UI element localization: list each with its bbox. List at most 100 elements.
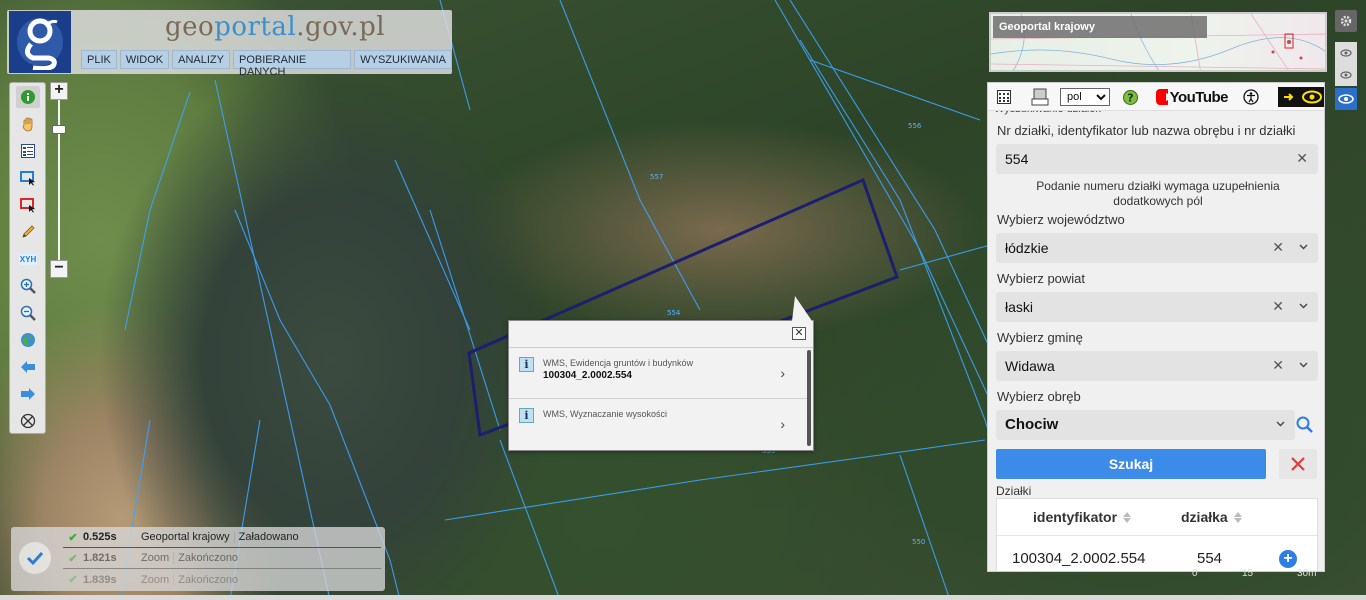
clear-voivodeship-icon[interactable]: ✕: [1272, 239, 1284, 256]
zoom-in-button[interactable]: +: [50, 82, 68, 100]
chevron-down-icon[interactable]: [1299, 360, 1308, 369]
back-arrow-icon: [21, 361, 35, 373]
zoom-out-button[interactable]: −: [50, 260, 68, 278]
precinct-search-button[interactable]: [1296, 416, 1314, 439]
popup-result-item[interactable]: i WMS, Ewidencja gruntów i budynków 1003…: [509, 349, 807, 399]
county-select[interactable]: łaski ✕: [996, 292, 1318, 322]
precinct-select[interactable]: Chociw: [996, 410, 1295, 440]
reset-button[interactable]: [1279, 449, 1317, 479]
county-value: łaski: [1005, 299, 1034, 315]
commune-select[interactable]: Widawa ✕: [996, 351, 1318, 381]
youtube-icon: [1156, 89, 1168, 105]
panel-toolbar: pol ? YouTube: [988, 83, 1324, 111]
popup-scrollbar[interactable]: [807, 350, 811, 446]
zoom-out-icon: [20, 305, 36, 321]
arrow-right-icon: [1284, 93, 1294, 101]
pan-tool-button[interactable]: [16, 113, 40, 135]
legend-tool-button[interactable]: [16, 140, 40, 162]
chevron-down-icon[interactable]: [1299, 301, 1308, 310]
help-icon: ?: [1122, 89, 1138, 105]
menu-widok[interactable]: WIDOK: [119, 50, 170, 69]
high-contrast-button[interactable]: [1300, 87, 1324, 107]
commune-label: Wybierz gminę: [997, 330, 1083, 345]
status-result: Zakończono: [173, 573, 242, 586]
zoom-track[interactable]: [58, 100, 60, 260]
status-check-button[interactable]: [19, 542, 51, 574]
gml-export-button[interactable]: [1030, 87, 1050, 107]
previous-view-button[interactable]: [16, 356, 40, 378]
accessibility-button[interactable]: [1242, 87, 1260, 107]
query-input-value: 554: [1005, 151, 1029, 167]
menu-analizy[interactable]: ANALIZY: [172, 50, 230, 69]
app-header: geoportal.gov.pl PLIK WIDOK ANALIZY POBI…: [7, 10, 452, 78]
zoom-in-tool-button[interactable]: [16, 275, 40, 297]
commune-value: Widawa: [1005, 358, 1055, 374]
full-extent-button[interactable]: [16, 329, 40, 351]
status-time: 1.839s: [83, 573, 117, 586]
gear-icon: [1340, 15, 1352, 27]
zoom-handle[interactable]: [52, 125, 66, 134]
column-header-dzialka[interactable]: działka: [1181, 509, 1242, 525]
popup-pointer: [792, 296, 812, 321]
status-source: Zoom: [141, 573, 170, 586]
settings-button[interactable]: [1335, 10, 1357, 32]
results-table: identyfikator działka 100304_2.0002.554 …: [996, 498, 1318, 571]
contrast-arrow-button[interactable]: [1278, 87, 1300, 107]
globe-icon: [21, 333, 35, 347]
info-tool-button[interactable]: [16, 86, 40, 108]
bottom-status-strip: [0, 595, 1366, 600]
layers-toggle-button[interactable]: [1335, 42, 1357, 64]
clear-county-icon[interactable]: ✕: [1272, 298, 1284, 315]
info-icon: i: [519, 357, 534, 372]
chevron-down-icon[interactable]: [1299, 242, 1308, 251]
select-area-button[interactable]: [16, 194, 40, 216]
clear-tool-button[interactable]: [16, 410, 40, 432]
add-parcel-button[interactable]: +: [1279, 550, 1297, 568]
chevron-down-icon[interactable]: [1276, 419, 1285, 428]
search-button[interactable]: Szukaj: [996, 449, 1266, 479]
zoom-in-icon: [20, 278, 36, 294]
overview-map[interactable]: Geoportal krajowy: [989, 12, 1327, 72]
xyh-tool-button[interactable]: XYH: [16, 248, 40, 270]
zoom-slider[interactable]: + −: [50, 82, 68, 278]
search-icon: [1296, 416, 1313, 433]
next-view-button[interactable]: [16, 383, 40, 405]
help-button[interactable]: ?: [1122, 87, 1138, 107]
column-header-identyfikator[interactable]: identyfikator: [1033, 509, 1132, 525]
popup-close-button[interactable]: ✕: [792, 327, 806, 340]
calculator-button[interactable]: [996, 87, 1012, 107]
info-icon: i: [519, 408, 534, 423]
plot-number-556: 556: [908, 122, 922, 130]
menu-wyszukiwania[interactable]: WYSZUKIWANIA: [354, 50, 452, 69]
menu-plik[interactable]: PLIK: [81, 50, 117, 69]
language-select[interactable]: pol: [1060, 88, 1110, 106]
draw-tool-button[interactable]: [16, 221, 40, 243]
select-rectangle-button[interactable]: [16, 167, 40, 189]
pan-hand-icon: [22, 117, 33, 132]
status-row: ✔ 1.821s Zoom Zakończono: [63, 548, 381, 569]
geoportal-logo[interactable]: [9, 11, 71, 73]
results-label: Działki: [996, 484, 1032, 498]
parcel-search-panel: Wyszukiwanie działek pol ? YouTube Nr dz…: [987, 82, 1325, 572]
select-rectangle-icon: [20, 171, 35, 186]
overview-label: Geoportal krajowy: [993, 16, 1207, 38]
cell-identyfikator: 100304_2.0002.554: [1012, 550, 1146, 567]
checkmark-icon: [26, 551, 44, 566]
map-toolbar: XYH: [9, 82, 46, 434]
calculator-icon: [997, 90, 1011, 104]
precinct-label: Wybierz obręb: [997, 389, 1081, 404]
youtube-link[interactable]: YouTube: [1156, 87, 1229, 107]
zoom-out-tool-button[interactable]: [16, 302, 40, 324]
check-icon: ✔: [68, 531, 78, 544]
clear-commune-icon[interactable]: ✕: [1272, 357, 1284, 374]
layers-toggle-button-2[interactable]: [1335, 64, 1357, 86]
status-result: Załadowano: [233, 531, 303, 543]
query-input[interactable]: 554 ✕: [996, 144, 1318, 174]
menu-pobieranie-danych[interactable]: POBIERANIE DANYCH: [233, 50, 352, 78]
voivodeship-select[interactable]: łódzkie ✕: [996, 233, 1318, 263]
visibility-toggle-button[interactable]: [1335, 88, 1357, 110]
table-row[interactable]: 100304_2.0002.554 554 +: [997, 535, 1317, 571]
clear-query-icon[interactable]: ✕: [1296, 150, 1308, 167]
popup-result-item[interactable]: i WMS, Wyznaczanie wysokości ›: [509, 400, 807, 450]
eye-contrast-icon: [1302, 90, 1322, 104]
